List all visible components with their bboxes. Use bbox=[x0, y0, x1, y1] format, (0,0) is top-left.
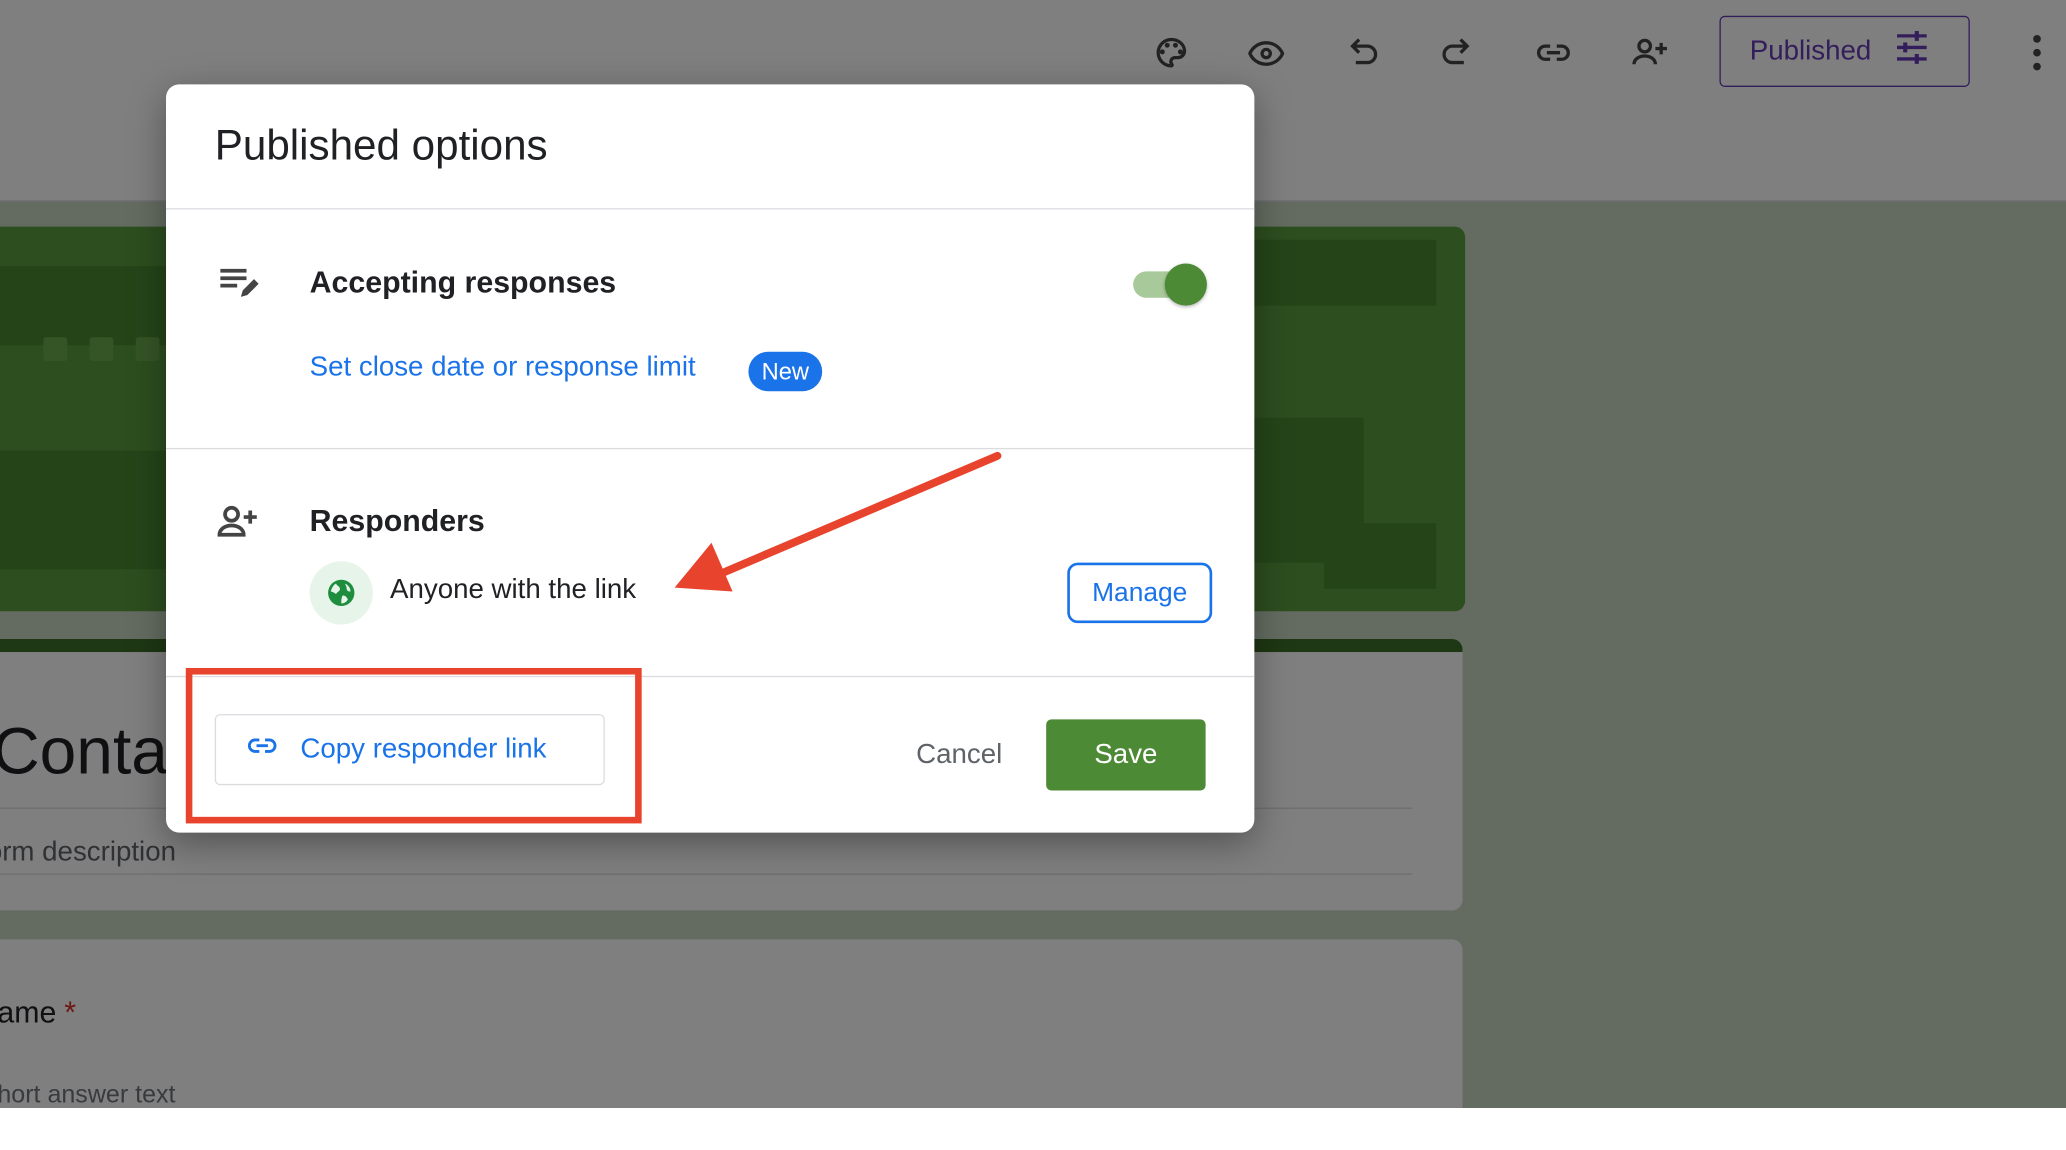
accepting-responses-toggle[interactable] bbox=[1131, 263, 1207, 306]
cancel-button[interactable]: Cancel bbox=[888, 719, 1030, 790]
access-level-text: Anyone with the link bbox=[390, 574, 637, 605]
accepting-responses-heading: Accepting responses bbox=[309, 264, 617, 300]
responders-heading: Responders bbox=[309, 503, 485, 538]
globe-icon bbox=[309, 561, 373, 625]
save-button[interactable]: Save bbox=[1046, 719, 1206, 791]
person-add-icon bbox=[213, 498, 260, 545]
new-badge: New bbox=[748, 351, 823, 392]
manage-button[interactable]: Manage bbox=[1067, 562, 1213, 624]
close-date-link[interactable]: Set close date or response limit bbox=[310, 352, 696, 384]
dialog-title: Published options bbox=[214, 121, 548, 169]
highlight-box bbox=[185, 667, 642, 824]
responses-icon bbox=[213, 258, 260, 305]
